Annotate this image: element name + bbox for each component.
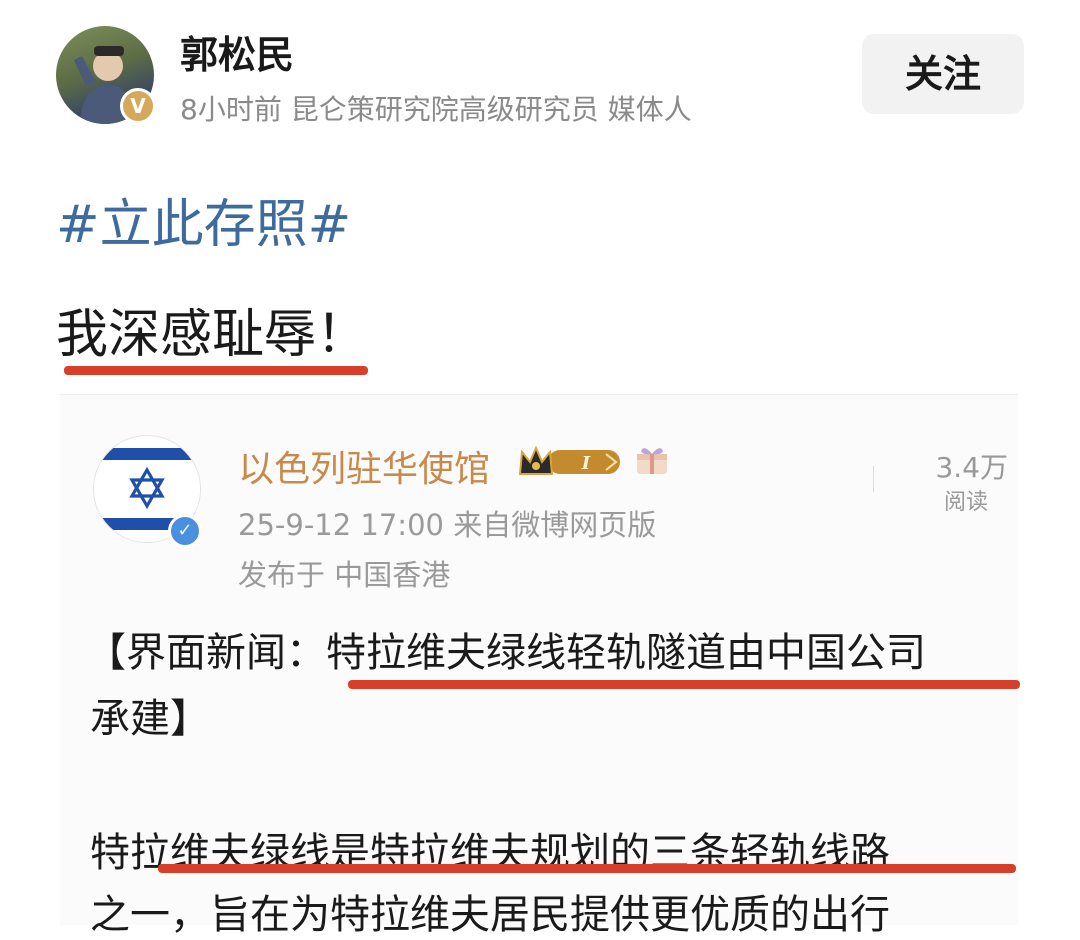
repost-paragraph1-line2: 承建】 <box>90 696 210 742</box>
author-name[interactable]: 郭松民 <box>180 24 294 79</box>
paragraph1-underline <box>348 680 1020 689</box>
gift-box-icon <box>634 444 670 480</box>
follow-button[interactable]: 关注 <box>862 34 1024 114</box>
repost-location: 发布于 中国香港 <box>238 558 451 592</box>
embassy-verified-badge-icon: ✓ <box>168 514 202 548</box>
repost-paragraph2-line2: 之一，旨在为特拉维夫居民提供更优质的出行 <box>90 892 890 938</box>
author-verified-badge-icon: V <box>120 88 156 124</box>
post-headline: 我深感耻辱！ <box>56 305 369 365</box>
topic-hashtag-link[interactable]: #立此存照# <box>56 182 351 257</box>
reads-divider <box>873 466 874 492</box>
repost-time-source: 25-9-12 17:00 来自微博网页版 <box>238 508 657 542</box>
paragraph1-line1-clip: 【界面新闻：特拉维夫绿线轻轨隧道由中国公司 <box>86 620 1026 682</box>
paragraph2-underline <box>158 864 1016 873</box>
crown-level-badge-icon: I <box>518 444 626 484</box>
author-meta: 8小时前 昆仑策研究院高级研究员 媒体人 <box>180 93 692 126</box>
embassy-account-name[interactable]: 以色列驻华使馆 <box>238 440 490 492</box>
repost-paragraph1-line1: 【界面新闻：特拉维夫绿线轻轨隧道由中国公司 <box>86 630 926 676</box>
svg-text:I: I <box>581 453 591 474</box>
reads-label: 阅读 <box>943 490 988 515</box>
reads-count: 3.4万 <box>935 451 1008 484</box>
headline-underline <box>64 366 368 375</box>
